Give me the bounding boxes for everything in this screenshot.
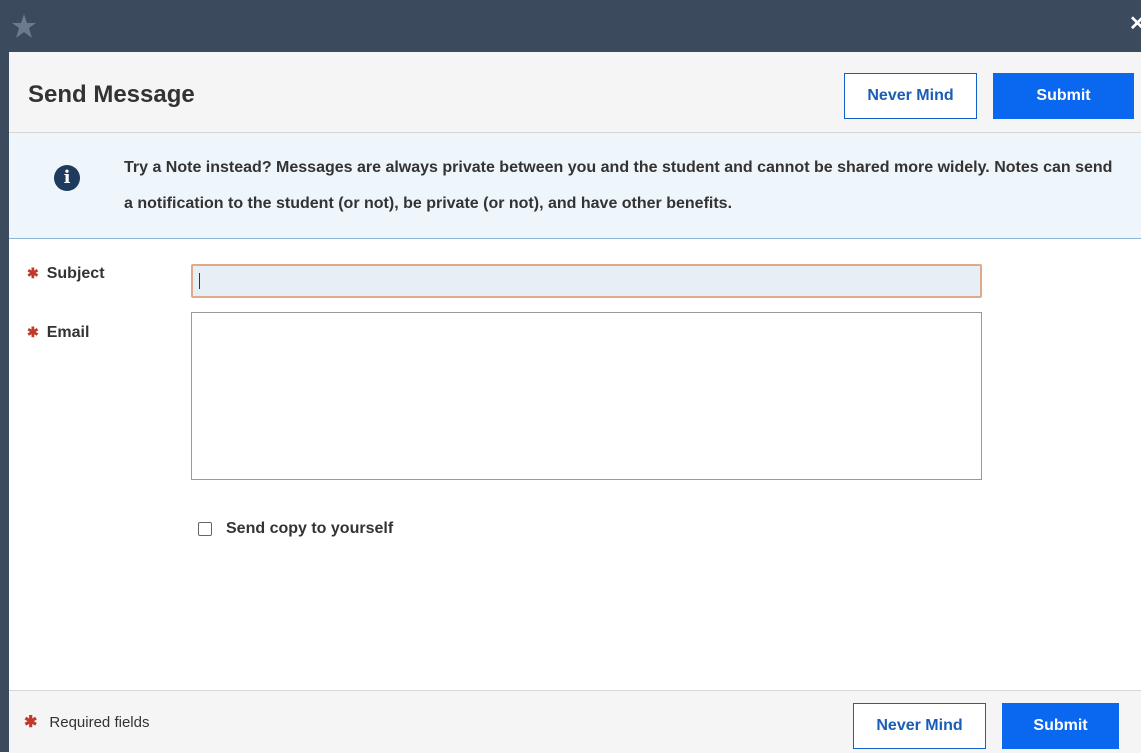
- required-star: ✱: [24, 714, 38, 731]
- window-frame-left: [0, 52, 9, 752]
- required-fields-note: ✱ Required fields: [24, 712, 149, 732]
- info-notice: i Try a Note instead? Messages are alway…: [9, 133, 1141, 239]
- required-fields-label: Required fields: [49, 714, 150, 731]
- close-icon[interactable]: ✕: [1129, 14, 1141, 34]
- dialog-header: Send Message Never Mind Submit: [9, 52, 1141, 133]
- email-label: ✱ Email: [27, 324, 89, 342]
- notice-text: Try a Note instead? Messages are always …: [124, 159, 1113, 212]
- send-copy-checkbox[interactable]: [198, 522, 212, 536]
- subject-label-text: Subject: [46, 265, 105, 282]
- dialog-title: Send Message: [28, 81, 195, 108]
- submit-button-top[interactable]: Submit: [993, 73, 1134, 119]
- never-mind-button-bottom[interactable]: Never Mind: [853, 703, 986, 749]
- info-icon: i: [54, 165, 80, 191]
- window-titlebar: ✕: [0, 0, 1141, 52]
- never-mind-button-top[interactable]: Never Mind: [844, 73, 977, 119]
- dialog-footer: ✱ Required fields Never Mind Submit: [9, 690, 1141, 753]
- subject-input[interactable]: [191, 264, 982, 298]
- required-star: ✱: [27, 265, 39, 281]
- submit-button-bottom[interactable]: Submit: [1002, 703, 1119, 749]
- app-logo-icon: [12, 14, 36, 38]
- subject-label: ✱ Subject: [27, 265, 105, 283]
- send-copy-label[interactable]: Send copy to yourself: [226, 520, 393, 538]
- email-textarea[interactable]: [191, 312, 982, 480]
- text-caret: [199, 273, 200, 289]
- required-star: ✱: [27, 324, 39, 340]
- email-label-text: Email: [46, 324, 90, 341]
